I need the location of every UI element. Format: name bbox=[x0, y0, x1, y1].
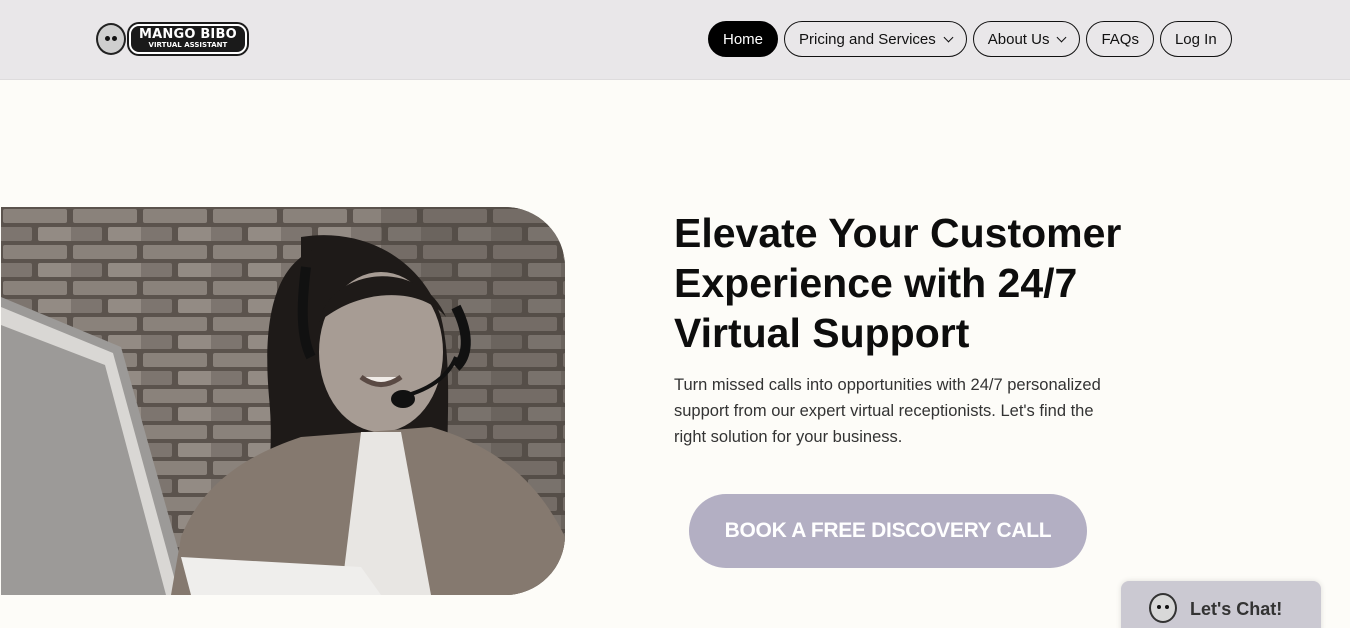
chat-widget[interactable]: Let's Chat! bbox=[1121, 581, 1321, 628]
receptionist-photo bbox=[1, 207, 565, 595]
chevron-down-icon bbox=[943, 32, 954, 42]
book-discovery-call-button[interactable]: BOOK A FREE DISCOVERY CALL bbox=[689, 494, 1087, 568]
hero-headline: Elevate Your Customer Experience with 24… bbox=[674, 208, 1194, 358]
hero-subtext: Turn missed calls into opportunities wit… bbox=[674, 372, 1144, 450]
main-nav: Home Pricing and Services About Us FAQs … bbox=[708, 21, 1232, 57]
nav-home[interactable]: Home bbox=[708, 21, 779, 57]
headline-line: Experience with 24/7 bbox=[674, 260, 1078, 306]
chevron-down-icon bbox=[1057, 32, 1067, 42]
mascot-icon bbox=[1149, 593, 1177, 623]
brand-tagline: VIRTUAL ASSISTANT bbox=[148, 41, 228, 49]
logo-wordmark: MANGO BIBO VIRTUAL ASSISTANT bbox=[129, 24, 247, 54]
mascot-icon bbox=[96, 23, 126, 55]
brand-name: MANGO BIBO bbox=[139, 27, 237, 42]
nav-login-label: Log In bbox=[1174, 30, 1217, 48]
subtext-line: right solution for your business. bbox=[674, 428, 903, 446]
subtext-line: Turn missed calls into opportunities wit… bbox=[674, 376, 1101, 394]
headline-line: Elevate Your Customer bbox=[674, 210, 1122, 256]
nav-faqs[interactable]: FAQs bbox=[1086, 21, 1154, 57]
nav-about-label: About Us bbox=[987, 30, 1050, 48]
nav-log-in[interactable]: Log In bbox=[1159, 21, 1232, 57]
chat-label: Let's Chat! bbox=[1190, 599, 1283, 619]
nav-pricing-label: Pricing and Services bbox=[799, 30, 936, 48]
headline-line: Virtual Support bbox=[674, 310, 970, 356]
nav-home-label: Home bbox=[723, 30, 764, 48]
nav-pricing-and-services[interactable]: Pricing and Services bbox=[784, 21, 967, 57]
site-header: MANGO BIBO VIRTUAL ASSISTANT Home Pricin… bbox=[0, 0, 1350, 80]
nav-about-us[interactable]: About Us bbox=[972, 21, 1081, 57]
brand-logo[interactable]: MANGO BIBO VIRTUAL ASSISTANT bbox=[96, 22, 247, 56]
subtext-line: support from our expert virtual receptio… bbox=[674, 402, 1094, 420]
nav-faqs-label: FAQs bbox=[1101, 30, 1139, 48]
hero-image bbox=[1, 207, 565, 595]
